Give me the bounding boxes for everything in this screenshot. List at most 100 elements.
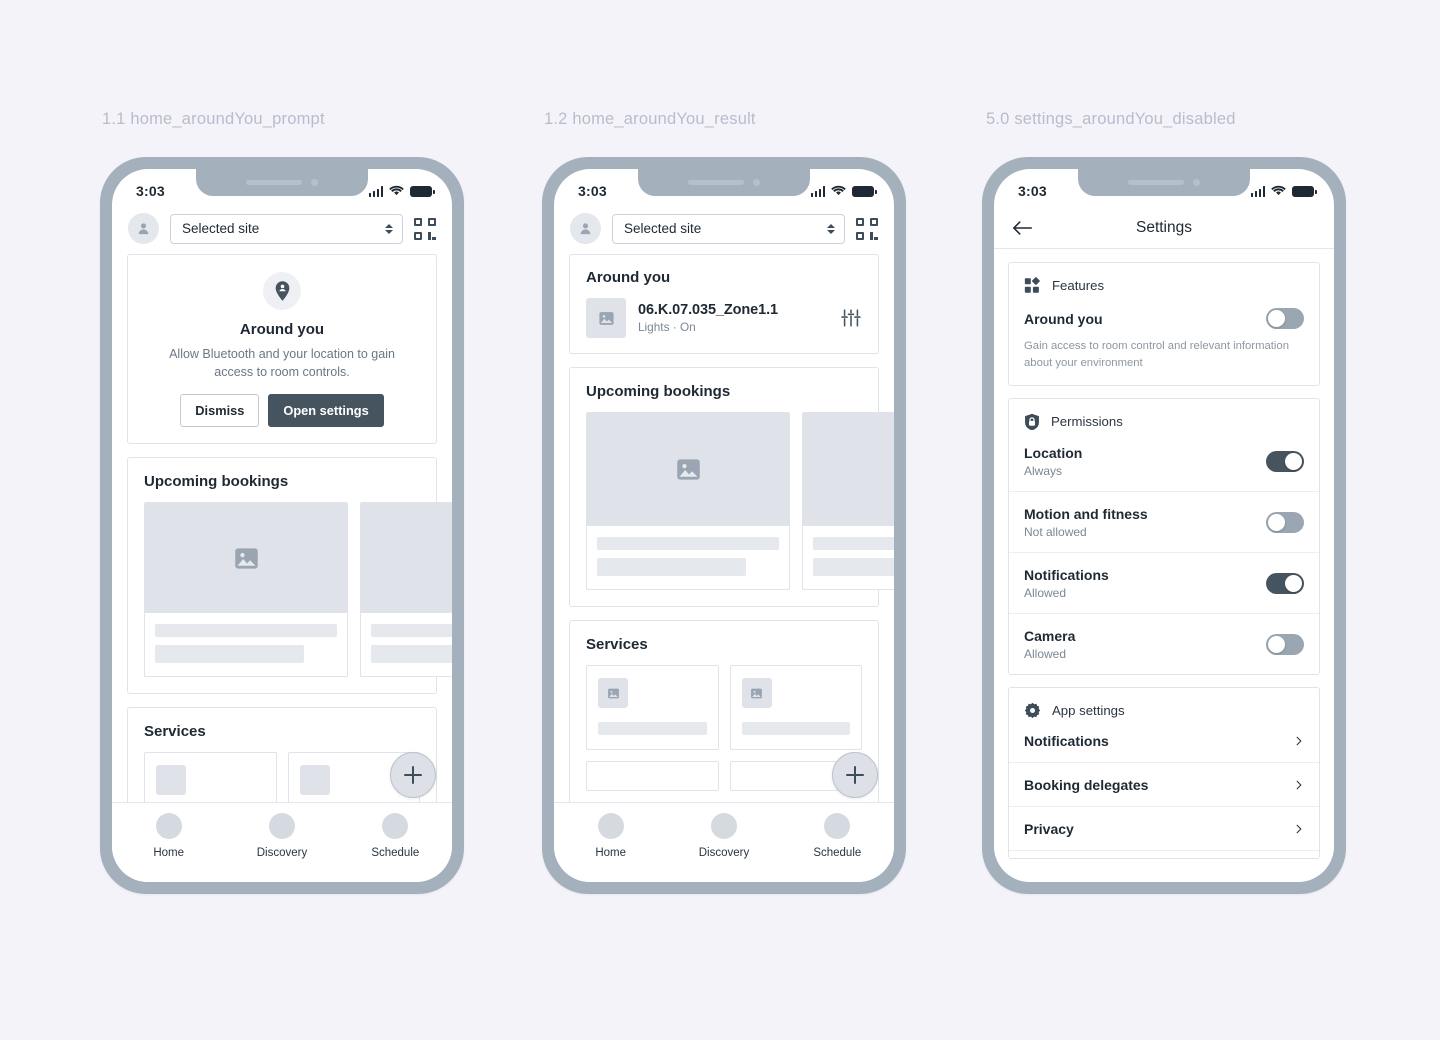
services-header-2: Services [570, 621, 878, 665]
service-tile[interactable] [729, 665, 862, 750]
settings-row-around-you[interactable]: Around you Gain access to room control a… [1009, 294, 1319, 385]
home-body-2: Selected site Around you 06.K.07.035_Zon… [554, 207, 894, 882]
notifications-toggle[interactable] [1266, 572, 1304, 594]
services-header-1: Services [128, 708, 436, 752]
home-topbar-2: Selected site [554, 207, 894, 254]
avatar[interactable] [128, 213, 159, 244]
service-tile[interactable] [586, 761, 719, 791]
dismiss-button[interactable]: Dismiss [180, 394, 260, 428]
qr-code-icon[interactable] [414, 217, 436, 240]
section-label: Permissions [1051, 414, 1123, 430]
row-label: Around you [1024, 310, 1103, 327]
status-icons [368, 185, 435, 197]
settings-row-location[interactable]: Location Always [1009, 431, 1319, 491]
row-label: Notifications [1024, 566, 1109, 583]
booking-tile[interactable] [360, 502, 452, 678]
site-select-value: Selected site [624, 221, 702, 236]
tab-home[interactable]: Home [112, 813, 225, 859]
tab-label: Home [595, 847, 626, 859]
settings-row-booking-delegates[interactable]: Booking delegates [1009, 761, 1319, 806]
booking-tile[interactable] [144, 502, 348, 678]
home-scroll-2[interactable]: Around you 06.K.07.035_Zone1.1 Lights · … [554, 254, 894, 808]
around-you-item[interactable]: 06.K.07.035_Zone1.1 Lights · On [586, 298, 862, 338]
status-icons [1250, 185, 1317, 197]
booking-meta [587, 526, 789, 589]
camera-icon [1193, 179, 1200, 186]
row-description: Gain access to room control and relevant… [1024, 340, 1289, 369]
add-button-fab[interactable] [390, 752, 436, 798]
tab-schedule[interactable]: Schedule [339, 813, 452, 859]
settings-body[interactable]: Features Around you Gain access to room … [994, 249, 1334, 882]
booking-meta [145, 613, 347, 676]
row-status: Not allowed [1024, 524, 1087, 539]
add-button-fab[interactable] [832, 752, 878, 798]
tab-label: Schedule [813, 847, 862, 859]
settings-row-notifications-permission[interactable]: Notifications Allowed [1009, 551, 1319, 613]
camera-toggle[interactable] [1266, 633, 1304, 655]
qr-code-icon[interactable] [856, 217, 878, 240]
row-label: Privacy [1024, 820, 1074, 837]
site-select[interactable]: Selected site [612, 213, 845, 244]
row-label: Motion and fitness [1024, 505, 1148, 522]
tab-label: Discovery [698, 847, 750, 859]
section-title: Services [144, 723, 206, 741]
sliders-icon[interactable] [840, 307, 862, 329]
tab-bar-2: Home Discovery Schedule [554, 802, 894, 882]
row-status: Allowed [1024, 646, 1067, 661]
toggle-knob [1268, 513, 1285, 531]
tab-discovery[interactable]: Discovery [225, 813, 338, 859]
avatar[interactable] [570, 213, 601, 244]
open-settings-button[interactable]: Open settings [268, 394, 384, 428]
upcoming-bookings-header-1: Upcoming bookings [128, 458, 436, 502]
notch [196, 169, 368, 196]
camera-icon [311, 179, 318, 186]
settings-row-notifications[interactable]: Notifications [1009, 719, 1319, 762]
around-you-toggle[interactable] [1266, 308, 1304, 329]
around-image-placeholder [586, 298, 626, 338]
settings-section-features: Features Around you Gain access to room … [1008, 262, 1320, 386]
settings-row-motion-and-fitness[interactable]: Motion and fitness Not allowed [1009, 490, 1319, 552]
prompt-title: Around you [239, 321, 325, 338]
image-placeholder-icon [607, 688, 619, 698]
prompt-buttons: Dismiss Open settings [146, 394, 418, 428]
home-topbar-1: Selected site [112, 207, 452, 254]
skeleton-line [597, 558, 747, 576]
skeleton-line [813, 558, 894, 576]
bookings-tiles-1[interactable] [128, 502, 452, 693]
battery-icon [852, 186, 877, 197]
motion-and-fitness-toggle[interactable] [1266, 511, 1304, 533]
services-grid-2[interactable] [570, 665, 878, 807]
plus-icon [845, 765, 865, 785]
phone-frame-1: 3:03 Selected site Around you Allow Blue… [100, 157, 464, 894]
tab-bar-1: Home Discovery Schedule [112, 802, 452, 882]
toggle-knob [1285, 452, 1302, 470]
site-select[interactable]: Selected site [170, 213, 403, 244]
booking-meta [803, 526, 894, 589]
row-texts: Around you [1024, 311, 1103, 327]
discovery-icon [268, 813, 295, 839]
speaker-icon [1128, 180, 1184, 185]
screen-caption-3: 5.0 settings_aroundYou_disabled [986, 110, 1236, 128]
toggle-knob [1285, 574, 1302, 592]
settings-section-app-settings: App settings Notifications Booking deleg… [1008, 686, 1320, 859]
booking-tile[interactable] [802, 412, 894, 590]
row-texts: Motion and fitness Not allowed [1024, 506, 1148, 539]
screen-caption-1: 1.1 home_aroundYou_prompt [102, 110, 325, 128]
arrow-left-icon[interactable] [1012, 220, 1034, 236]
settings-row-privacy[interactable]: Privacy [1009, 805, 1319, 850]
section-header: App settings [1009, 688, 1319, 719]
image-placeholder-icon [751, 688, 762, 698]
tab-discovery[interactable]: Discovery [667, 813, 780, 859]
booking-tile[interactable] [586, 412, 790, 590]
section-title: Services [586, 636, 648, 653]
bookings-tiles-2[interactable] [570, 412, 894, 606]
tab-schedule[interactable]: Schedule [781, 813, 894, 859]
location-toggle[interactable] [1266, 450, 1304, 472]
settings-row-camera[interactable]: Camera Allowed [1009, 612, 1319, 674]
tab-home[interactable]: Home [554, 813, 667, 859]
booking-image-placeholder [361, 503, 452, 614]
service-tile[interactable] [586, 665, 719, 750]
toggle-knob [1268, 635, 1285, 653]
schedule-icon [382, 813, 409, 839]
section-title: Upcoming bookings [586, 383, 731, 400]
